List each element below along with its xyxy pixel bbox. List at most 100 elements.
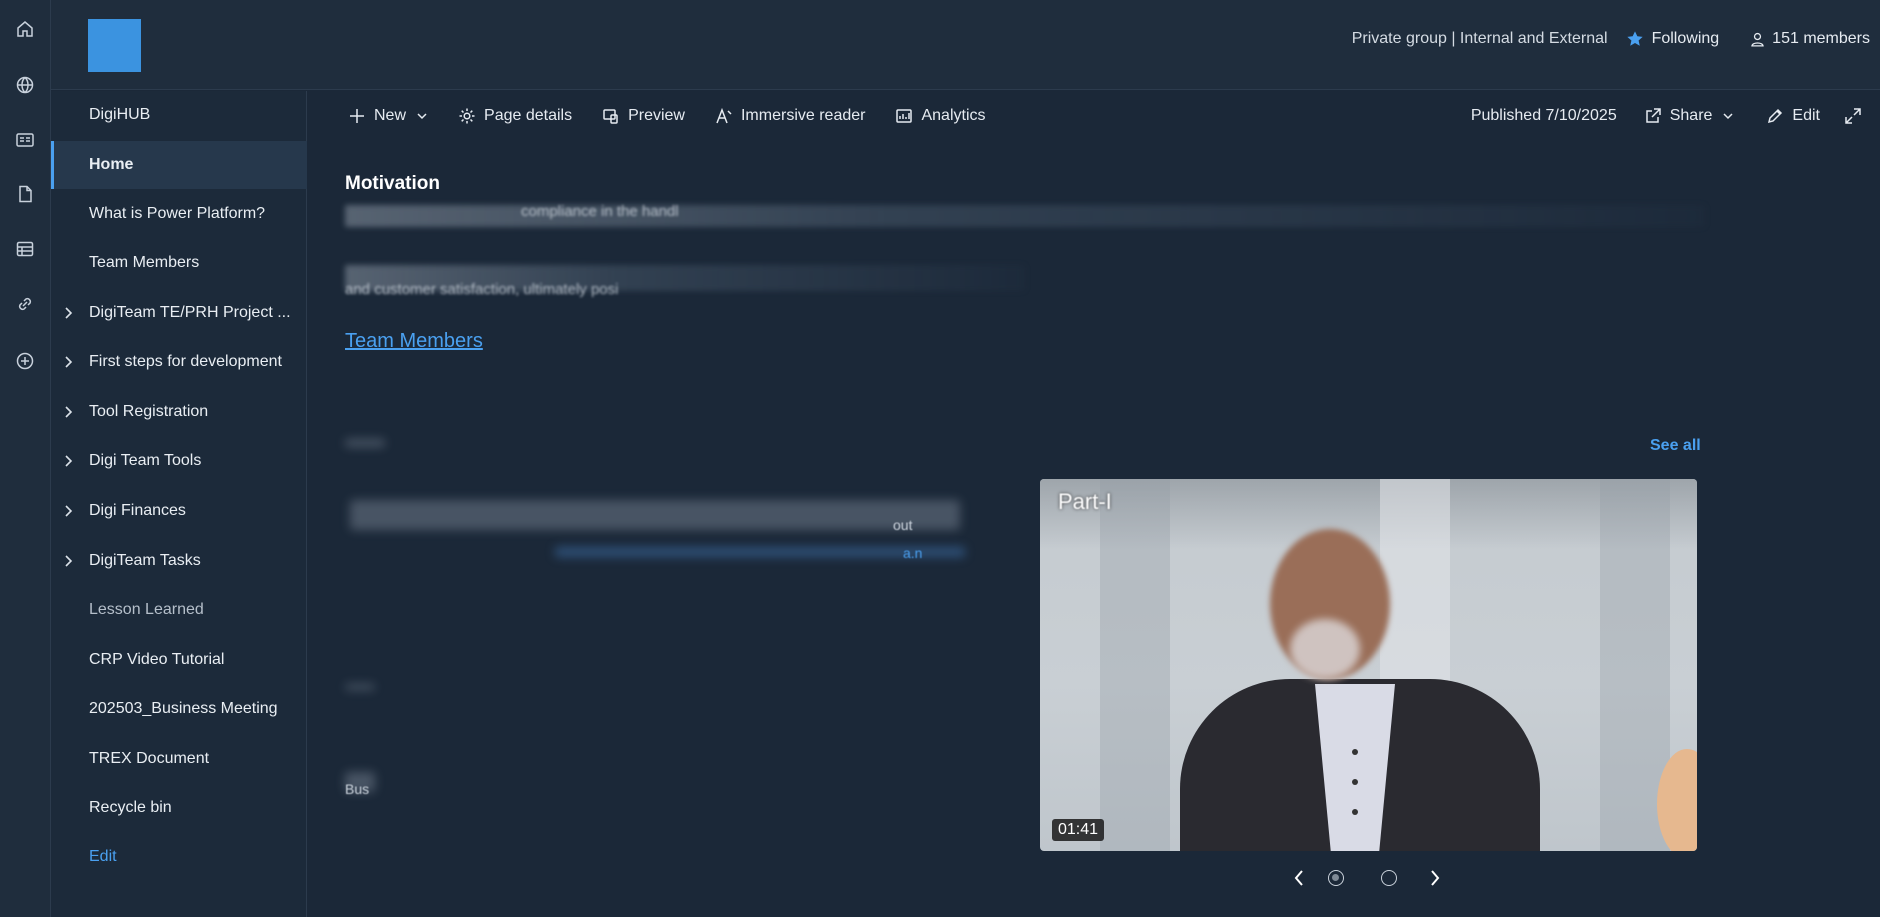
add-circle-icon[interactable]: [12, 348, 38, 374]
video-title: Part-I: [1058, 489, 1112, 514]
plus-icon: [350, 109, 364, 123]
nav-item-trex-document[interactable]: TREX Document: [51, 735, 307, 783]
nav-item-first-steps[interactable]: First steps for development: [51, 338, 307, 386]
nav-item-label: DigiHUB: [89, 106, 151, 123]
nav-item-digi-finances[interactable]: Digi Finances: [51, 487, 307, 535]
document-icon[interactable]: [12, 181, 38, 207]
chevron-right-icon[interactable]: [61, 306, 75, 320]
home-icon[interactable]: [12, 16, 38, 42]
carousel-dot-2[interactable]: [1381, 870, 1397, 886]
motivation-text-line: compliance in the handl: [521, 203, 679, 220]
nav-item-digihub[interactable]: DigiHUB: [51, 91, 307, 139]
motivation-text-line: and customer satisfaction, ultimately po…: [345, 281, 619, 298]
video-frame-detail: [1100, 479, 1170, 851]
chevron-down-icon: [1723, 113, 1733, 120]
chevron-right-icon[interactable]: [1426, 868, 1444, 888]
nav-item-label: Home: [89, 156, 134, 173]
chevron-right-icon[interactable]: [61, 405, 75, 419]
video-duration: 01:41: [1052, 819, 1105, 841]
pencil-icon: [1768, 108, 1783, 124]
nav-item-label: DigiTeam Tasks: [89, 552, 201, 569]
video-frame-detail: [1290, 619, 1360, 679]
video-card[interactable]: Part-I 01:41: [1040, 479, 1697, 851]
nav-edit-link[interactable]: Edit: [51, 833, 307, 881]
members-label: 151 members: [1772, 30, 1870, 47]
command-bar-right: Published 7/10/2025 Share Edit: [1471, 91, 1870, 141]
blurred-text-fragment: Bus: [345, 781, 370, 797]
star-icon: [1626, 31, 1643, 46]
chevron-right-icon[interactable]: [61, 554, 75, 568]
analytics-button[interactable]: Analytics: [895, 107, 986, 125]
nav-item-label: CRP Video Tutorial: [89, 651, 225, 668]
immersive-reader-label: Immersive reader: [740, 107, 866, 124]
globe-icon[interactable]: [12, 72, 38, 98]
chevron-right-icon[interactable]: [61, 504, 75, 518]
immersive-reader-button[interactable]: Immersive reader: [715, 107, 865, 125]
analytics-icon: [896, 109, 913, 123]
published-status: Published 7/10/2025: [1470, 107, 1617, 124]
nav-item-tool-registration[interactable]: Tool Registration: [51, 388, 307, 436]
following-button[interactable]: Following: [1626, 30, 1720, 48]
video-frame-detail: [1352, 749, 1358, 755]
app-rail: [0, 0, 51, 917]
members-button[interactable]: 151 members: [1749, 30, 1870, 48]
link-icon[interactable]: [12, 291, 38, 317]
team-members-link[interactable]: Team Members: [345, 330, 483, 353]
analytics-label: Analytics: [921, 107, 986, 124]
blurred-link-fragment[interactable]: a.n: [903, 545, 922, 561]
expand-button[interactable]: [1844, 107, 1870, 125]
video-frame-detail: [1352, 779, 1358, 785]
nav-item-team-members[interactable]: Team Members: [51, 239, 307, 287]
edit-label: Edit: [1792, 107, 1820, 124]
nav-item-label: DigiTeam TE/PRH Project ...: [89, 304, 291, 321]
list-icon[interactable]: [12, 236, 38, 262]
page-details-label: Page details: [484, 107, 573, 124]
preview-button[interactable]: Preview: [602, 107, 685, 125]
nav-item-label: Digi Finances: [89, 502, 186, 519]
person-icon: [1751, 32, 1764, 47]
nav-item-label: First steps for development: [89, 353, 282, 370]
nav-item-lesson-learned[interactable]: Lesson Learned: [51, 586, 307, 634]
nav-item-label: Lesson Learned: [89, 601, 204, 618]
share-icon: [1645, 108, 1661, 123]
new-label: New: [374, 107, 407, 124]
chevron-right-icon[interactable]: [61, 454, 75, 468]
site-logo[interactable]: [88, 19, 141, 72]
edit-button[interactable]: Edit: [1766, 107, 1820, 125]
nav-item-crp-video[interactable]: CRP Video Tutorial: [51, 636, 307, 684]
blurred-heading: [345, 439, 385, 447]
nav-item-digiteam-tasks[interactable]: DigiTeam Tasks: [51, 537, 307, 585]
nav-item-business-meeting[interactable]: 202503_Business Meeting: [51, 685, 307, 733]
blurred-heading: [345, 684, 375, 690]
page-details-button[interactable]: Page details: [458, 107, 572, 125]
following-label: Following: [1651, 30, 1720, 47]
preview-icon: [603, 109, 618, 124]
nav-item-label: Digi Team Tools: [89, 452, 202, 469]
chevron-left-icon[interactable]: [1290, 868, 1308, 888]
share-button[interactable]: Share: [1644, 107, 1735, 125]
privacy-label: Private group | Internal and External: [1351, 30, 1608, 47]
nav-item-home[interactable]: Home: [51, 141, 307, 189]
nav-item-label: 202503_Business Meeting: [89, 700, 278, 717]
chevron-right-icon[interactable]: [61, 355, 75, 369]
nav-item-label: Recycle bin: [89, 799, 172, 816]
nav-item-label: Team Members: [89, 254, 200, 271]
carousel-dot-1[interactable]: [1328, 870, 1344, 886]
nav-item-label: Tool Registration: [89, 403, 209, 420]
news-icon[interactable]: [12, 127, 38, 153]
preview-label: Preview: [628, 107, 685, 124]
new-button[interactable]: New: [348, 107, 428, 125]
nav-item-label: TREX Document: [89, 750, 210, 767]
nav-item-digi-team-tools[interactable]: Digi Team Tools: [51, 437, 307, 485]
chevron-down-icon: [417, 113, 427, 120]
site-header: Private group | Internal and External Fo…: [51, 0, 1880, 90]
expand-icon: [1845, 108, 1861, 124]
header-actions: Private group | Internal and External Fo…: [1352, 30, 1870, 48]
nav-item-label: Edit: [89, 848, 117, 865]
nav-item-digiteam-project[interactable]: DigiTeam TE/PRH Project ...: [51, 289, 307, 337]
nav-item-power-platform[interactable]: What is Power Platform?: [51, 190, 307, 238]
video-frame-detail: [1352, 809, 1358, 815]
immersive-reader-icon: [716, 107, 732, 124]
nav-item-recycle-bin[interactable]: Recycle bin: [51, 784, 307, 832]
see-all-link[interactable]: See all: [1650, 437, 1701, 455]
